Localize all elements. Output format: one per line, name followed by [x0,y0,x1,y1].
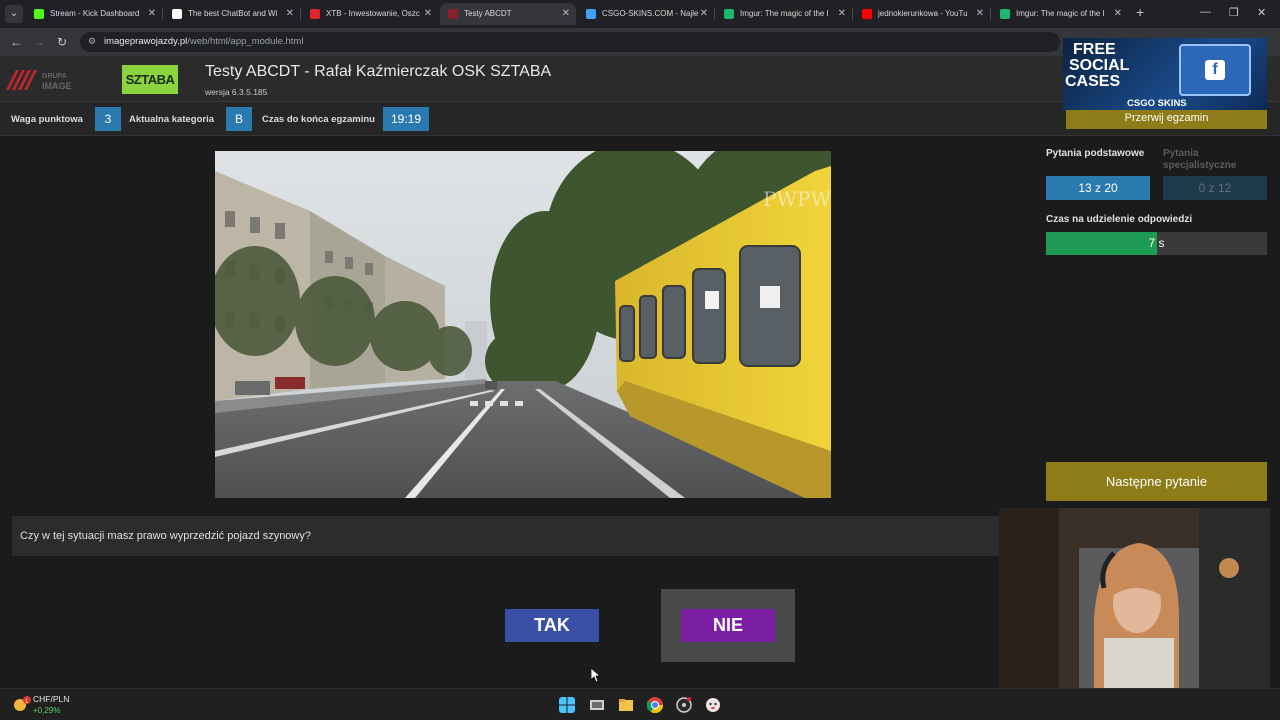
special-questions-counter: 0 z 12 [1163,176,1267,200]
answer-time-bar: 7 s [1046,232,1267,255]
tab-favicon-icon [862,9,872,19]
answer-time-label: Czas na udzielenie odpowiedzi [1046,214,1193,225]
task-view-icon[interactable] [589,697,605,713]
tab-close-icon[interactable]: ✕ [562,3,570,25]
answer-no-button[interactable]: NIE [681,609,775,642]
csgo-skins-ad[interactable]: FREE SOCIAL CASES f CSGO SKINS [1063,38,1267,110]
chrome-icon[interactable] [647,697,663,713]
back-icon[interactable]: ← [10,35,22,49]
file-explorer-icon[interactable] [618,697,634,713]
taskbar: 1 CHF/PLN +0,29% [0,688,1280,720]
tab-title: jednokierunkowa - YouTu [878,9,968,18]
stop-exam-button[interactable]: Przerwij egzamin [1066,110,1267,129]
browser-tab[interactable]: XTB - Inwestowanie, Oszc ✕ [302,3,438,25]
browser-tab[interactable]: CSGO-SKINS.COM - Najle ✕ [578,3,714,25]
browser-tab[interactable]: Imgur: The magic of the I ✕ [716,3,852,25]
page-title: Testy ABCDT - Rafał Kaźmierczak OSK SZTA… [205,63,552,80]
tab-favicon-icon [724,9,734,19]
tab-title: The best ChatBot and Wi [188,9,278,18]
weather-widget-icon[interactable]: 1 [12,695,32,715]
minimize-icon[interactable]: — [1200,6,1211,18]
category-label: Aktualna kategoria [129,114,214,125]
tab-favicon-icon [172,9,182,19]
sztaba-logo: SZTABA [120,63,180,96]
tab-separator [852,8,853,20]
tab-favicon-icon [586,9,596,19]
basic-questions-label: Pytania podstawowe [1046,148,1145,159]
video-watermark: PWPW [763,187,831,211]
weight-value: 3 [95,107,121,131]
answer-time-value: 7 s [1148,236,1165,250]
ad-line-1: FREE [1073,41,1116,58]
mouse-cursor-icon [591,668,601,683]
tab-title: Stream - Kick Dashboard [50,9,140,18]
tab-search-button[interactable]: ⌄ [5,5,23,23]
svg-text:IMAGE: IMAGE [42,81,72,91]
question-video: PWPW [215,151,831,498]
close-window-icon[interactable]: ✕ [1257,6,1266,19]
tab-separator [300,8,301,20]
tab-title: XTB - Inwestowanie, Oszc [326,9,420,18]
app-mascot-icon[interactable] [705,697,721,713]
restore-icon[interactable]: ❐ [1229,6,1239,19]
tab-title: Imgur: The magic of the I [1016,9,1105,18]
tab-close-icon[interactable]: ✕ [700,3,708,25]
exam-timer: 19:19 [383,107,429,131]
browser-tab[interactable]: The best ChatBot and Wi ✕ [164,3,300,25]
url-text: imageprawojazdy.pl/web/html/app_module.h… [104,36,304,47]
question-box: Czy w tej sytuacji masz prawo wyprzedzić… [12,516,1000,556]
tab-close-icon[interactable]: ✕ [838,3,846,25]
category-value: B [226,107,252,131]
svg-text:GRUPA: GRUPA [42,73,67,80]
special-questions-label: Pytania specjalistyczne [1163,148,1237,171]
site-info-icon[interactable]: ⚙ [88,36,96,47]
tab-close-icon[interactable]: ✕ [286,3,294,25]
tab-close-icon[interactable]: ✕ [148,3,156,25]
address-bar[interactable]: ⚙ imageprawojazdy.pl/web/html/app_module… [80,32,1060,52]
browser-tabstrip: ⌄ Stream - Kick Dashboard ✕ The best ChatB… [0,0,1280,28]
browser-tab[interactable]: jednokierunkowa - YouTu ✕ [854,3,990,25]
new-tab-button[interactable]: + [1136,4,1144,20]
tab-close-icon[interactable]: ✕ [1114,3,1122,25]
reload-icon[interactable]: ↻ [57,35,67,49]
browser-tab[interactable]: Imgur: The magic of the I ✕ [992,3,1128,25]
ad-brand: CSGO SKINS [1127,98,1187,109]
tab-title: Testy ABCDT [464,9,512,18]
start-icon[interactable] [559,697,575,713]
tab-favicon-icon [448,9,458,19]
basic-questions-counter: 13 z 20 [1046,176,1150,200]
tab-favicon-icon [34,9,44,19]
question-text: Czy w tej sytuacji masz prawo wyprzedzić… [20,530,311,542]
tab-separator [714,8,715,20]
next-question-button[interactable]: Następne pytanie [1046,462,1267,501]
weight-label: Waga punktowa [11,114,83,125]
grupa-image-logo: GRUPA IMAGE [6,70,72,91]
ad-line-3: CASES [1065,73,1121,90]
forward-icon[interactable]: → [33,35,45,49]
tab-title: Imgur: The magic of the I [740,9,829,18]
browser-tab[interactable]: Testy ABCDT ✕ [440,3,576,25]
widget-label[interactable]: CHF/PLN [33,694,69,704]
app-version: wersja 6.3.5.185 [205,87,268,97]
widget-value: +0,29% [33,706,61,715]
obs-icon[interactable] [676,697,692,713]
ad-line-2: SOCIAL [1069,57,1130,74]
answer-yes-button[interactable]: TAK [505,609,599,642]
tab-close-icon[interactable]: ✕ [424,3,432,25]
tab-separator [990,8,991,20]
timer-label: Czas do końca egzaminu [262,114,375,125]
browser-tab[interactable]: Stream - Kick Dashboard ✕ [26,3,162,25]
webcam-overlay [999,508,1270,688]
tab-close-icon[interactable]: ✕ [976,3,984,25]
tab-favicon-icon [310,9,320,19]
tab-favicon-icon [1000,9,1010,19]
tab-separator [162,8,163,20]
facebook-case-icon: f [1179,44,1251,96]
tab-title: CSGO-SKINS.COM - Najle [602,9,699,18]
